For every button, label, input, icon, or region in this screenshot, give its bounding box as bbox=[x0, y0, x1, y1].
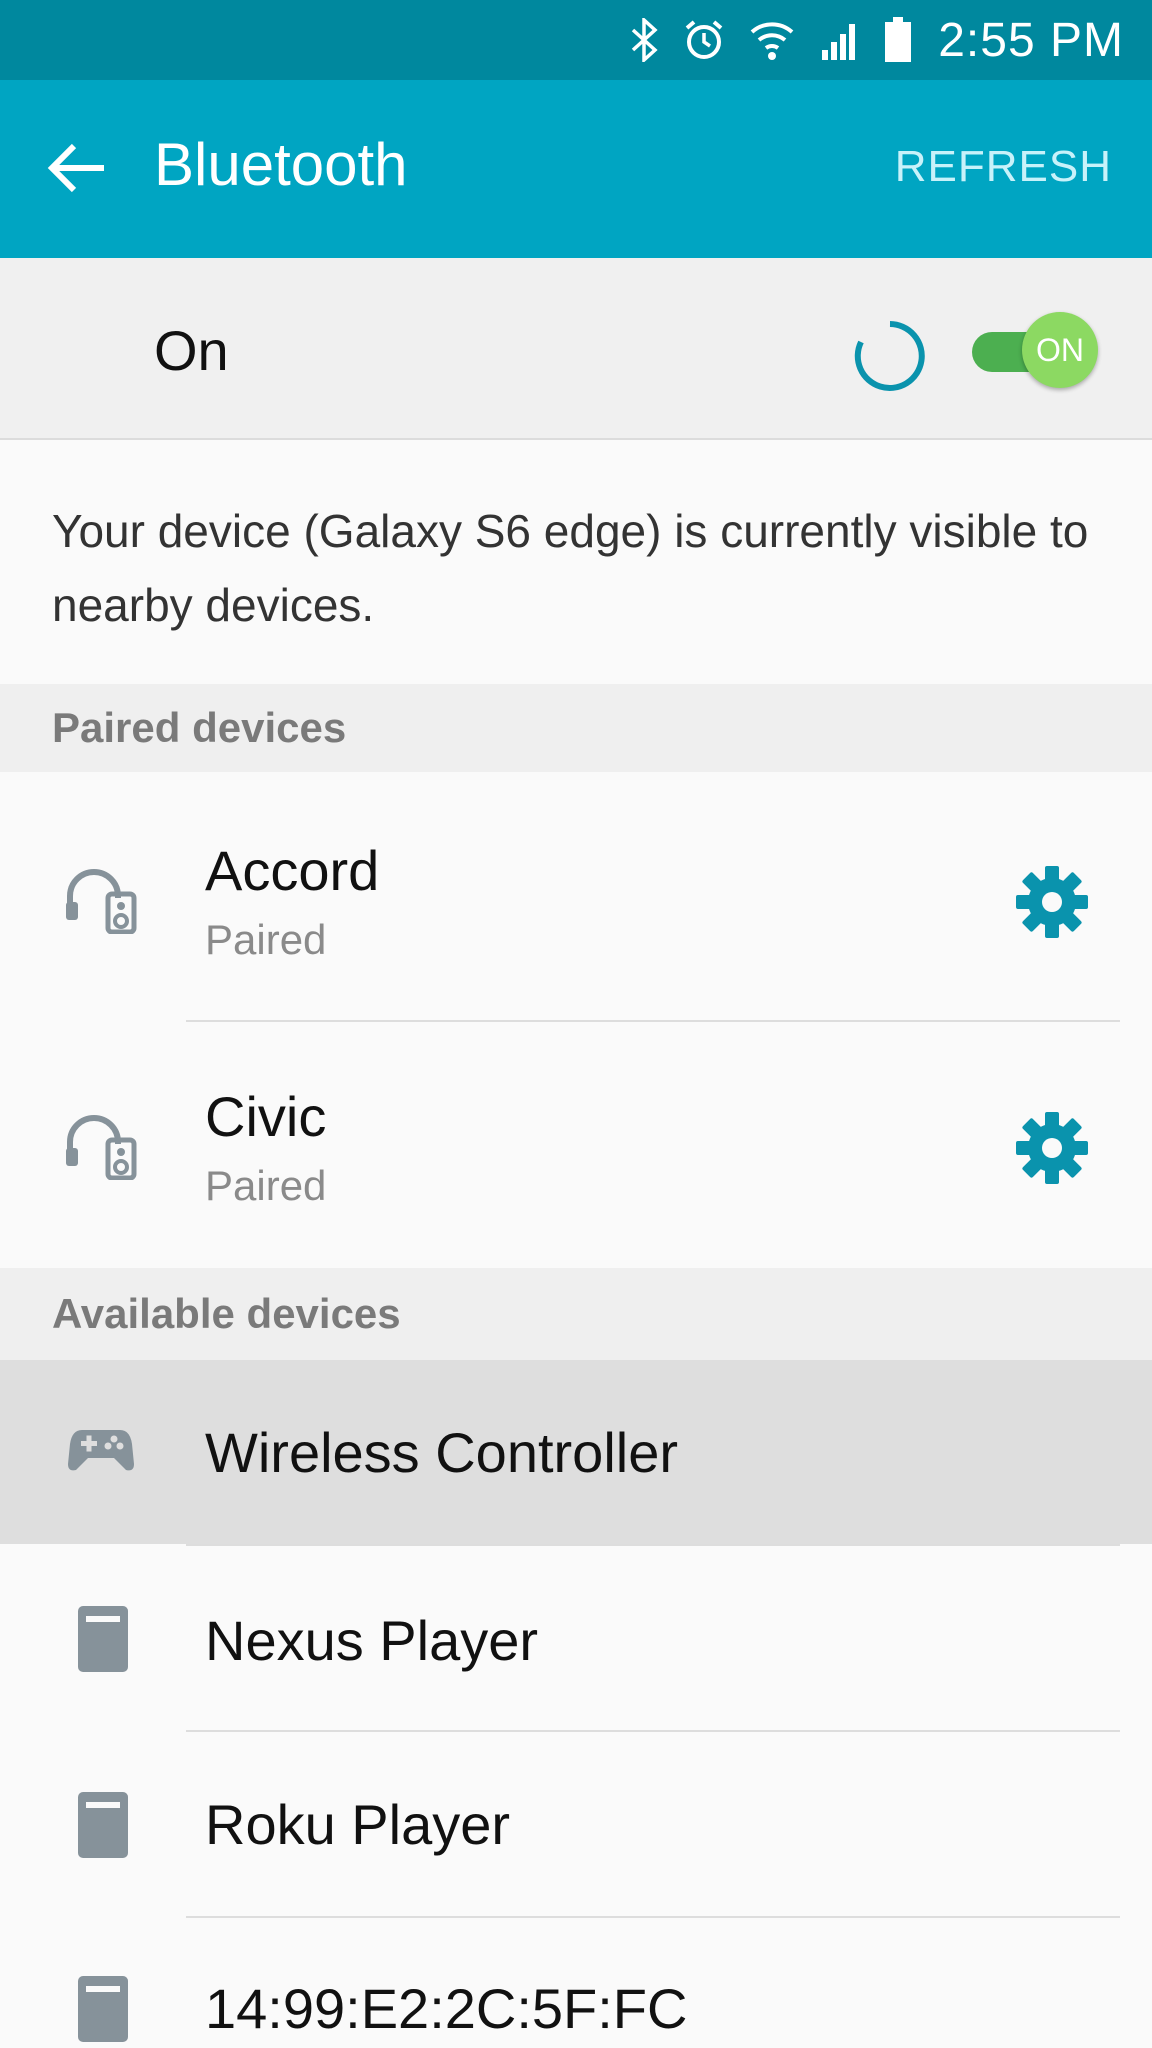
signal-icon bbox=[818, 18, 862, 62]
device-name: 14:99:E2:2C:5F:FC bbox=[205, 1977, 688, 2040]
gamepad-icon bbox=[68, 1426, 134, 1479]
wifi-icon bbox=[748, 18, 796, 62]
refresh-button[interactable]: REFRESH bbox=[895, 142, 1112, 192]
device-status: Paired bbox=[205, 916, 327, 963]
switch-thumb: ON bbox=[1022, 312, 1098, 388]
paired-device-accord[interactable]: Accord Paired bbox=[0, 772, 1152, 1020]
visibility-message: Your device (Galaxy S6 edge) is currentl… bbox=[52, 505, 1089, 631]
device-name: Roku Player bbox=[205, 1793, 511, 1856]
device-name: Civic bbox=[205, 1085, 327, 1148]
switch-label: ON bbox=[1036, 331, 1084, 368]
bluetooth-icon bbox=[630, 18, 660, 62]
device-name: Accord bbox=[205, 839, 380, 902]
device-name: Wireless Controller bbox=[205, 1421, 678, 1484]
available-device-mac-address[interactable]: 14:99:E2:2C:5F:FC bbox=[0, 1918, 1152, 2048]
available-device-nexus-player[interactable]: Nexus Player bbox=[0, 1546, 1152, 1730]
device-icon bbox=[78, 1976, 128, 2047]
headset-speaker-icon bbox=[64, 864, 138, 939]
battery-icon bbox=[884, 17, 912, 63]
alarm-icon bbox=[682, 18, 726, 62]
status-icons bbox=[630, 17, 912, 63]
bluetooth-state-label: On bbox=[154, 319, 229, 382]
device-status: Paired bbox=[205, 1162, 327, 1209]
arrow-left-icon bbox=[47, 143, 104, 193]
available-devices-header: Available devices bbox=[0, 1268, 1152, 1360]
available-device-roku-player[interactable]: Roku Player bbox=[0, 1732, 1152, 1916]
paired-devices-header: Paired devices bbox=[0, 684, 1152, 772]
back-button[interactable] bbox=[46, 140, 108, 196]
device-icon bbox=[78, 1606, 128, 1677]
scanning-spinner-icon bbox=[852, 318, 928, 399]
gear-icon[interactable] bbox=[1014, 1110, 1090, 1191]
page-title: Bluetooth bbox=[154, 131, 408, 198]
status-time: 2:55 PM bbox=[938, 13, 1124, 67]
bluetooth-switch[interactable]: ON bbox=[970, 308, 1098, 394]
paired-device-civic[interactable]: Civic Paired bbox=[0, 1022, 1152, 1268]
device-name: Nexus Player bbox=[205, 1609, 539, 1672]
available-device-wireless-controller[interactable]: Wireless Controller bbox=[0, 1360, 1152, 1544]
app-bar: Bluetooth REFRESH bbox=[0, 80, 1152, 258]
status-bar: 2:55 PM bbox=[0, 0, 1152, 80]
gear-icon[interactable] bbox=[1014, 864, 1090, 945]
headset-speaker-icon bbox=[64, 1110, 138, 1185]
device-icon bbox=[78, 1792, 128, 1863]
